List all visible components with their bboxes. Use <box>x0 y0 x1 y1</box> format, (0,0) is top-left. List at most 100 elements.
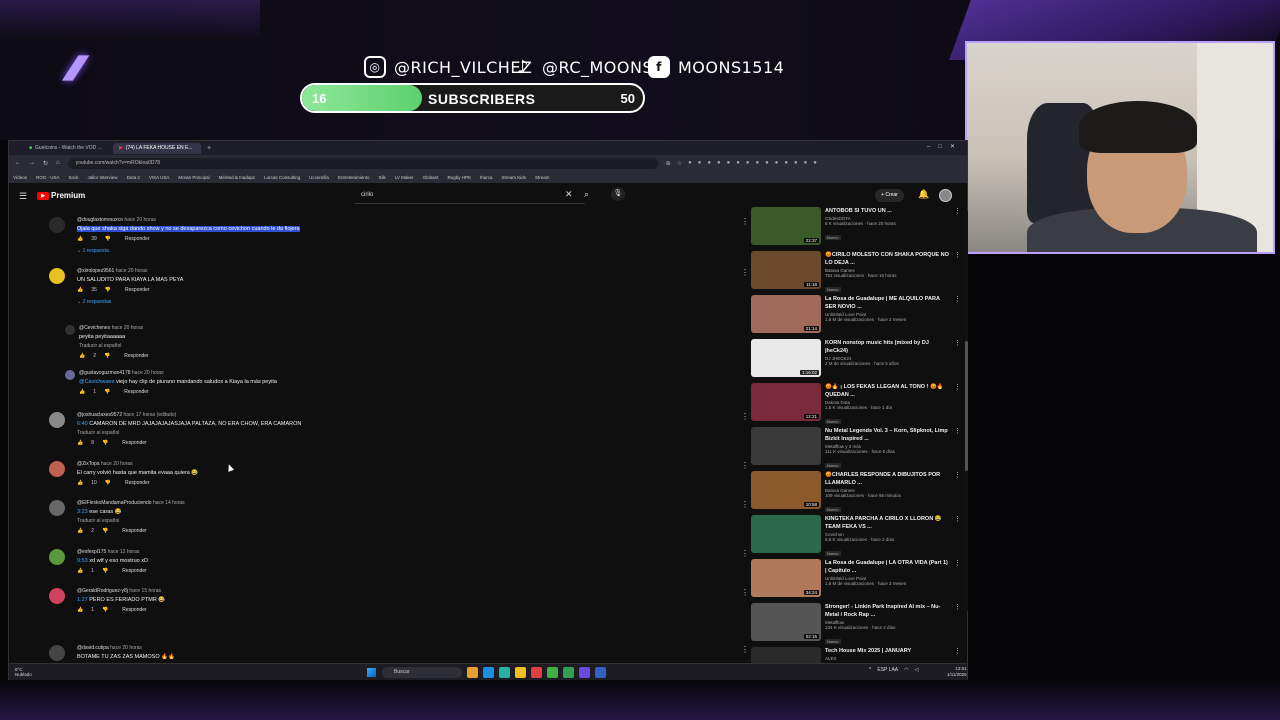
comment-username[interactable]: @xiirolopez9561 <box>77 268 114 274</box>
comment-username[interactable]: @douglastorresuxco <box>77 217 123 223</box>
bookmark-item[interactable]: Entretenimiento <box>338 175 370 180</box>
video-item[interactable]: 11:18 😡CIRILO MOLESTO CON SHAKA PORQUE NO… <box>751 251 961 292</box>
bookmark-item[interactable]: Globant <box>423 175 439 180</box>
video-thumbnail[interactable]: 34:24 <box>751 559 821 597</box>
dislike-icon[interactable]: 👎 <box>105 480 111 486</box>
bookmark-item[interactable]: Jallor Interview <box>88 175 118 180</box>
dislike-icon[interactable]: 👎 <box>102 568 108 574</box>
video-thumbnail[interactable]: 11:18 <box>751 251 821 289</box>
reply-button[interactable]: Responder <box>124 389 148 395</box>
video-menu-icon[interactable]: ⋮ <box>954 647 961 655</box>
reply-button[interactable]: Responder <box>122 440 146 446</box>
comment-username[interactable]: @joshuaclaxes9572 <box>77 412 122 418</box>
comment-avatar[interactable] <box>49 268 65 284</box>
taskbar-search[interactable]: Buscar <box>382 667 462 678</box>
comment-avatar[interactable] <box>49 588 65 604</box>
menu-icon[interactable]: ☰ <box>19 191 27 202</box>
like-icon[interactable]: 👍 <box>79 389 85 395</box>
dislike-icon[interactable]: 👎 <box>104 353 110 359</box>
bookmark-item[interactable]: ROG - USA <box>36 175 60 180</box>
bookmark-item[interactable]: Iharca <box>480 175 493 180</box>
video-title[interactable]: La Rosa de Guadalupe | LA OTRA VIDA (Par… <box>825 559 950 575</box>
comment-author[interactable]: @joshuaclaxes9572 hace 17 horas (editado… <box>77 412 717 418</box>
chrome-icon[interactable] <box>547 667 558 678</box>
home-icon[interactable]: ⌂ <box>56 160 60 166</box>
dislike-icon[interactable]: 👎 <box>102 528 108 534</box>
video-title[interactable]: La Rosa de Guadalupe | ME ALQUILO PARA S… <box>825 295 950 311</box>
forward-icon[interactable]: → <box>29 160 35 166</box>
bookmark-item[interactable]: Vídeos <box>13 175 27 180</box>
video-menu-icon[interactable]: ⋮ <box>954 471 961 479</box>
bookmark-item[interactable]: Sock <box>69 175 79 180</box>
video-thumbnail[interactable]: 02:15 <box>751 603 821 641</box>
like-icon[interactable]: 👍 <box>77 568 83 574</box>
bookmark-item[interactable]: Uccenrilla <box>309 175 329 180</box>
mention-link[interactable]: @Cavichwaee <box>79 379 115 385</box>
comment-menu-icon[interactable]: ⋮ <box>741 268 749 277</box>
taskbar-app-icon[interactable] <box>531 667 542 678</box>
search-icon[interactable]: ⌕ <box>584 189 589 200</box>
comment-avatar[interactable] <box>49 461 65 477</box>
video-title[interactable]: KORN nonstop music hits (mixed by DJ jhe… <box>825 339 950 355</box>
video-item[interactable]: 34:24 La Rosa de Guadalupe | LA OTRA VIDA… <box>751 559 961 599</box>
comment-username[interactable]: @gustavoguzman4178 <box>79 370 131 376</box>
reply-button[interactable]: Responder <box>125 480 149 486</box>
like-icon[interactable]: 👍 <box>77 440 83 446</box>
comment-menu-icon[interactable]: ⋮ <box>741 461 749 470</box>
comment-author[interactable]: @ZixTopa hace 20 horas <box>77 461 717 467</box>
video-title[interactable]: Nu Metal Legends Vol. 3 – Korn, Slipknot… <box>825 427 950 443</box>
scrollbar-thumb[interactable] <box>965 341 968 471</box>
bookmark-item[interactable]: Lorcas Consulting <box>264 175 300 180</box>
extension-icons[interactable]: ⊕ ☆ ● ● ● ● ● ● ● ● ● ● ● ● ● ● <box>666 160 817 167</box>
comment-menu-icon[interactable]: ⋮ <box>741 549 749 558</box>
comment-author[interactable]: @ElFlexkoMandamaProduciendo hace 14 hora… <box>77 500 717 506</box>
comment-avatar[interactable] <box>49 217 65 233</box>
comment-menu-icon[interactable]: ⋮ <box>741 645 749 654</box>
video-title[interactable]: KINGTEKA PARCHA A CIRILO X LLORON 😂 TEAM… <box>825 515 950 531</box>
like-icon[interactable]: 👍 <box>77 236 83 242</box>
comment-menu-icon[interactable]: ⋮ <box>741 412 749 421</box>
video-menu-icon[interactable]: ⋮ <box>954 515 961 523</box>
video-thumbnail[interactable]: 22:37 <box>751 207 821 245</box>
bookmark-item[interactable]: Dota 2 <box>127 175 140 180</box>
timestamp-link[interactable]: 1:27 <box>77 597 88 603</box>
taskbar-clock[interactable]: 13:51 1/11/2025 <box>947 666 967 678</box>
reply-button[interactable]: Responder <box>122 568 146 574</box>
translate-link[interactable]: Traducir al español <box>77 430 717 436</box>
taskbar-app-icon[interactable] <box>483 667 494 678</box>
comment-avatar[interactable] <box>49 645 65 661</box>
video-title[interactable]: 😡CIRILO MOLESTO CON SHAKA PORQUE NO LO D… <box>825 251 950 267</box>
video-thumbnail[interactable]: 1:16:02 <box>751 339 821 377</box>
video-item[interactable]: 10:58 😡CHARLES RESPONDE A DIBUJITOS POR L… <box>751 471 961 512</box>
comment-username[interactable]: @esfexpl175 <box>77 549 106 555</box>
url-field[interactable]: youtube.com/watch?v=mROkIoa0D78 <box>67 157 658 169</box>
video-item[interactable]: 21:14 La Rosa de Guadalupe | ME ALQUILO P… <box>751 295 961 335</box>
reply-button[interactable]: Responder <box>125 236 149 242</box>
video-menu-icon[interactable]: ⋮ <box>954 427 961 435</box>
video-menu-icon[interactable]: ⋮ <box>954 383 961 391</box>
timestamp-link[interactable]: 9:53 <box>77 558 88 564</box>
folder-icon[interactable] <box>515 667 526 678</box>
mic-icon[interactable]: 🎙 <box>611 187 625 201</box>
like-icon[interactable]: 👍 <box>77 480 83 486</box>
taskbar-app-icon[interactable] <box>467 667 478 678</box>
reply-button[interactable]: Responder <box>124 353 148 359</box>
video-thumbnail[interactable] <box>751 427 821 465</box>
dislike-icon[interactable]: 👎 <box>105 287 111 293</box>
video-item[interactable]: 1:16:02 KORN nonstop music hits (mixed by… <box>751 339 961 379</box>
video-title[interactable]: Tech House Mix 2025 | JANUARY <box>825 647 950 655</box>
whatsapp-icon[interactable] <box>563 667 574 678</box>
video-title[interactable]: 😡CHARLES RESPONDE A DIBUJITOS POR LLAMAR… <box>825 471 950 487</box>
bookmark-item[interactable]: Rugby HPK <box>447 175 471 180</box>
youtube-logo[interactable]: ▶ Premium <box>37 191 85 200</box>
notifications-icon[interactable]: 🔔 <box>918 189 929 200</box>
reply-button[interactable]: Responder <box>122 607 146 613</box>
comment-menu-icon[interactable]: ⋮ <box>741 217 749 226</box>
bookmark-item[interactable]: Silk <box>378 175 385 180</box>
comment-username[interactable]: @ElFlexkoMandamaProduciendo <box>77 500 152 506</box>
like-icon[interactable]: 👍 <box>79 353 85 359</box>
comment-author[interactable]: @douglastorresuxco hace 20 horas <box>77 217 717 223</box>
like-icon[interactable]: 👍 <box>77 528 83 534</box>
dislike-icon[interactable]: 👎 <box>105 236 111 242</box>
video-thumbnail[interactable]: 12:21 <box>751 383 821 421</box>
